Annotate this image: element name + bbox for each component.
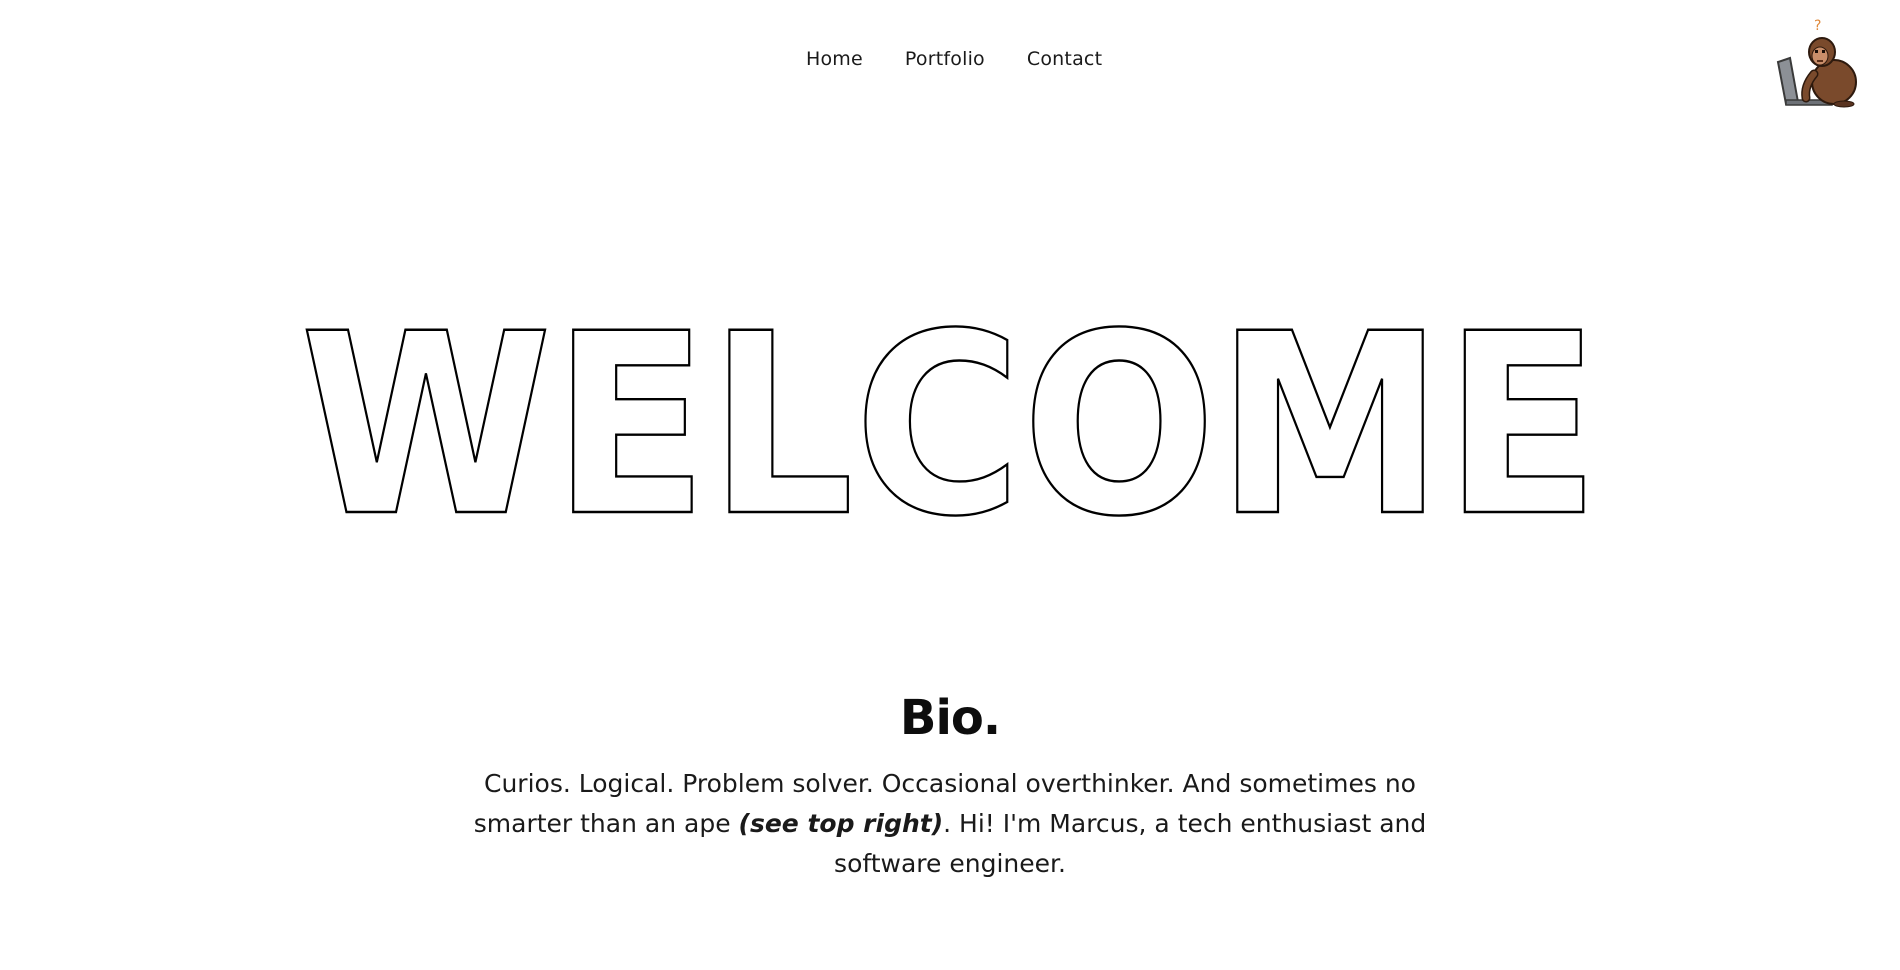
nav-portfolio-link[interactable]: Portfolio [905,48,985,70]
bio-emphasis: (see top right) [738,809,944,838]
ape-at-laptop-icon[interactable]: ? [1774,16,1866,108]
question-mark: ? [1814,18,1821,34]
nav-home-link[interactable]: Home [806,48,863,70]
welcome-title: WELCOME [300,290,1600,540]
nav-contact-link[interactable]: Contact [1027,48,1102,70]
bio-heading: Bio. [899,690,1001,746]
bio-section: Bio. Curios. Logical. Problem solver. Oc… [0,690,1900,884]
page: Home Portfolio Contact ? WELCOME Bio. Cu… [0,0,1900,970]
bio-text: Curios. Logical. Problem solver. Occasio… [470,764,1430,884]
welcome-hero: WELCOME [0,279,1900,572]
top-nav: Home Portfolio Contact [806,48,1102,70]
